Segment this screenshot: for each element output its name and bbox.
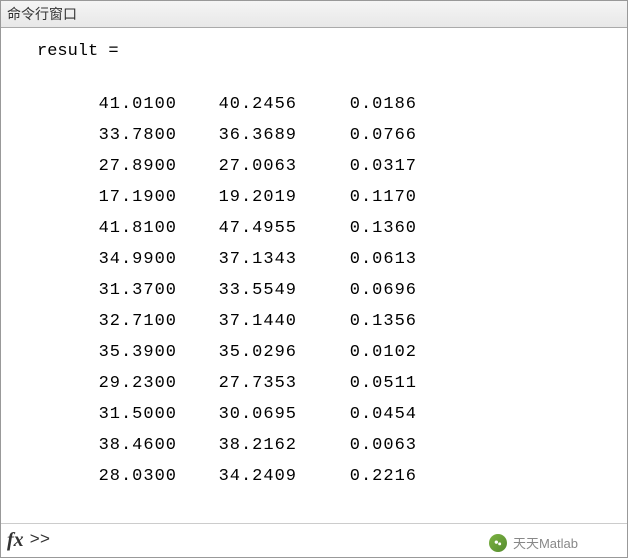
table-cell: 31.5000: [57, 399, 177, 430]
table-cell: 0.0696: [297, 275, 417, 306]
table-cell: 34.9900: [57, 244, 177, 275]
table-cell: 40.2456: [177, 89, 297, 120]
table-row: 41.810047.49550.1360: [57, 213, 627, 244]
window-title: 命令行窗口: [7, 8, 77, 23]
table-cell: 0.0186: [297, 89, 417, 120]
table-cell: 37.1440: [177, 306, 297, 337]
table-row: 32.710037.14400.1356: [57, 306, 627, 337]
table-cell: 19.2019: [177, 182, 297, 213]
fx-icon[interactable]: fx: [7, 529, 24, 552]
table-cell: 0.0613: [297, 244, 417, 275]
table-cell: 0.0766: [297, 120, 417, 151]
table-row: 27.890027.00630.0317: [57, 151, 627, 182]
table-cell: 0.0063: [297, 430, 417, 461]
table-cell: 0.1170: [297, 182, 417, 213]
table-cell: 41.0100: [57, 89, 177, 120]
table-cell: 0.1360: [297, 213, 417, 244]
result-matrix: 41.010040.24560.018633.780036.36890.0766…: [1, 89, 627, 492]
table-cell: 31.3700: [57, 275, 177, 306]
table-cell: 0.0317: [297, 151, 417, 182]
table-cell: 28.0300: [57, 461, 177, 492]
table-cell: 30.0695: [177, 399, 297, 430]
table-cell: 0.2216: [297, 461, 417, 492]
table-cell: 33.7800: [57, 120, 177, 151]
table-cell: 41.8100: [57, 213, 177, 244]
watermark: 天天Matlab: [489, 533, 578, 552]
table-row: 41.010040.24560.0186: [57, 89, 627, 120]
table-row: 31.370033.55490.0696: [57, 275, 627, 306]
table-row: 28.030034.24090.2216: [57, 461, 627, 492]
table-cell: 35.3900: [57, 337, 177, 368]
table-cell: 0.0511: [297, 368, 417, 399]
table-cell: 32.7100: [57, 306, 177, 337]
table-cell: 17.1900: [57, 182, 177, 213]
table-cell: 38.4600: [57, 430, 177, 461]
watermark-text: 天天Matlab: [513, 533, 578, 552]
table-cell: 35.0296: [177, 337, 297, 368]
table-row: 31.500030.06950.0454: [57, 399, 627, 430]
table-row: 29.230027.73530.0511: [57, 368, 627, 399]
table-cell: 33.5549: [177, 275, 297, 306]
table-cell: 47.4955: [177, 213, 297, 244]
table-cell: 0.0102: [297, 337, 417, 368]
title-bar: 命令行窗口: [1, 1, 627, 28]
table-cell: 37.1343: [177, 244, 297, 275]
table-cell: 0.1356: [297, 306, 417, 337]
table-cell: 29.2300: [57, 368, 177, 399]
table-cell: 27.8900: [57, 151, 177, 182]
result-variable-label: result =: [1, 42, 627, 61]
table-row: 17.190019.20190.1170: [57, 182, 627, 213]
command-output-area[interactable]: result = 41.010040.24560.018633.780036.3…: [1, 28, 627, 523]
table-cell: 34.2409: [177, 461, 297, 492]
table-row: 33.780036.36890.0766: [57, 120, 627, 151]
table-cell: 27.0063: [177, 151, 297, 182]
command-prompt[interactable]: >>: [30, 531, 50, 550]
table-cell: 0.0454: [297, 399, 417, 430]
table-cell: 38.2162: [177, 430, 297, 461]
wechat-icon: [489, 534, 507, 552]
table-cell: 36.3689: [177, 120, 297, 151]
table-row: 35.390035.02960.0102: [57, 337, 627, 368]
table-cell: 27.7353: [177, 368, 297, 399]
table-row: 38.460038.21620.0063: [57, 430, 627, 461]
table-row: 34.990037.13430.0613: [57, 244, 627, 275]
command-window: 命令行窗口 result = 41.010040.24560.018633.78…: [0, 0, 628, 558]
